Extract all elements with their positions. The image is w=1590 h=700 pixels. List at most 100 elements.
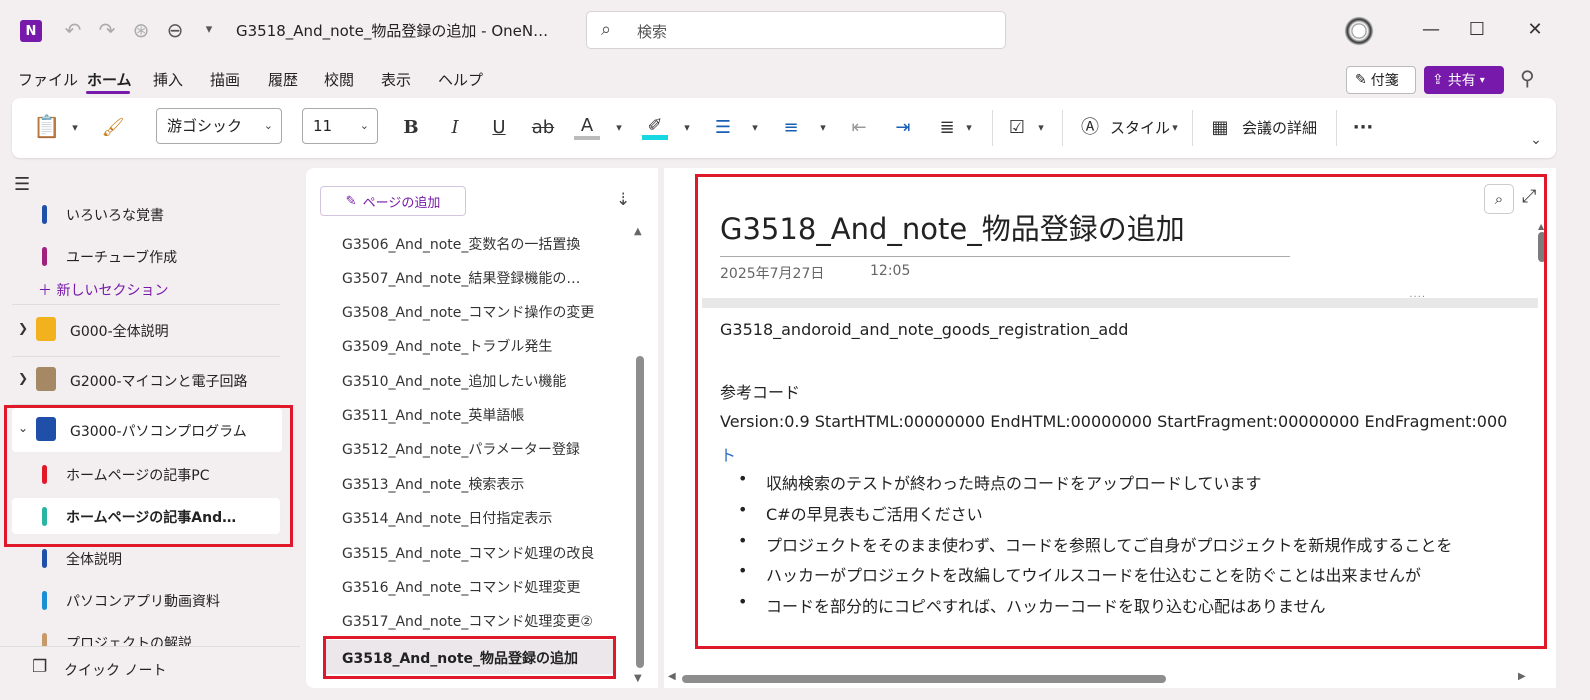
horizontal-scrollbar[interactable]: ◀ ▶: [664, 668, 1556, 688]
menu-review[interactable]: 校閲: [324, 69, 354, 90]
note-text-line[interactable]: Version:0.9 StartHTML:00000000 EndHTML:0…: [720, 412, 1507, 431]
strikethrough-button[interactable]: ab: [528, 112, 558, 144]
note-text-line[interactable]: G3518_andoroid_and_note_goods_registrati…: [720, 320, 1128, 339]
content-scrollbar[interactable]: [1538, 232, 1546, 262]
meeting-details-button[interactable]: 会議の詳細: [1242, 112, 1317, 144]
quick-access-dropdown-icon[interactable]: ▾: [196, 16, 222, 44]
page-item[interactable]: G3515_And_note_コマンド処理の改良: [342, 543, 594, 563]
menu-view[interactable]: 表示: [381, 69, 411, 90]
page-item[interactable]: G3516_And_note_コマンド処理変更: [342, 577, 580, 597]
notebook-item[interactable]: ❯ G000-全体説明: [12, 308, 282, 352]
numbered-list-icon[interactable]: ≡: [776, 112, 806, 144]
new-section-button[interactable]: ＋ 新しいセクション: [38, 280, 168, 300]
page-item[interactable]: G3513_And_note_検索表示: [342, 474, 524, 494]
scroll-up-icon[interactable]: ▲: [1538, 222, 1544, 231]
italic-button[interactable]: I: [442, 112, 468, 144]
style-dropdown-icon[interactable]: ▾: [1168, 112, 1182, 144]
notebook-item[interactable]: ❯ G2000-マイコンと電子回路: [12, 358, 282, 402]
section-label: ホームページの記事And…: [66, 510, 237, 526]
highlight-icon[interactable]: ✐: [642, 112, 668, 140]
paste-dropdown-icon[interactable]: ▾: [68, 112, 82, 144]
page-title[interactable]: G3518_And_note_物品登録の追加: [720, 206, 1185, 248]
scroll-down-icon[interactable]: ▼: [634, 673, 642, 684]
page-item[interactable]: G3507_And_note_結果登録機能の…: [342, 268, 580, 288]
user-avatar[interactable]: [1344, 16, 1374, 46]
font-name-select[interactable]: 游ゴシック ⌄: [156, 108, 282, 144]
search-box[interactable]: ⌕ 検索: [586, 11, 1006, 49]
tag-dropdown-icon[interactable]: ▾: [1034, 112, 1048, 144]
page-item[interactable]: G3517_And_note_コマンド処理変更②: [342, 611, 593, 631]
add-page-button[interactable]: ✎ ページの追加: [320, 186, 466, 216]
sort-icon[interactable]: ⇣: [616, 190, 630, 210]
scroll-up-icon[interactable]: ▲: [634, 226, 642, 237]
back-icon[interactable]: ⊖: [162, 16, 188, 44]
page-item[interactable]: G3511_And_note_英単語帳: [342, 405, 524, 425]
format-painter-icon[interactable]: 🖌: [98, 112, 128, 144]
align-icon[interactable]: ≣: [932, 112, 962, 144]
font-color-button[interactable]: A: [574, 112, 600, 140]
section-item[interactable]: パソコンアプリ動画資料: [0, 582, 290, 618]
bullet-list-icon[interactable]: ☰: [708, 112, 738, 144]
horizontal-scroll-thumb[interactable]: [682, 675, 1166, 683]
page-item[interactable]: G3508_And_note_コマンド操作の変更: [342, 302, 594, 322]
style-button[interactable]: スタイル: [1110, 112, 1170, 144]
menu-file[interactable]: ファイル: [18, 69, 78, 90]
decrease-indent-icon[interactable]: ⇤: [844, 112, 874, 144]
hamburger-menu-icon[interactable]: ☰: [14, 174, 30, 195]
note-link[interactable]: ト: [720, 442, 736, 466]
page-content[interactable]: ⌕ ⤢ ▲ G3518_And_note_物品登録の追加 2025年7月27日 …: [664, 168, 1556, 688]
tag-checkbox-icon[interactable]: ☑: [1002, 112, 1032, 144]
close-button[interactable]: ✕: [1520, 16, 1550, 44]
menu-history[interactable]: 履歴: [268, 69, 298, 90]
scroll-left-icon[interactable]: ◀: [668, 671, 676, 682]
menu-insert[interactable]: 挿入: [153, 69, 183, 90]
page-item[interactable]: G3506_And_note_変数名の一括置換: [342, 234, 580, 254]
feedback-icon[interactable]: ⚲: [1520, 66, 1535, 90]
section-item[interactable]: いろいろな覚書: [0, 196, 290, 232]
expand-icon[interactable]: ⤢: [1522, 186, 1536, 207]
search-placeholder: 検索: [637, 23, 668, 41]
menu-draw[interactable]: 描画: [210, 69, 240, 90]
font-size-select[interactable]: 11 ⌄: [302, 108, 378, 144]
ribbon-collapse-icon[interactable]: ⌄: [1528, 124, 1544, 156]
bullet-list-dropdown-icon[interactable]: ▾: [748, 112, 762, 144]
maximize-button[interactable]: ☐: [1462, 16, 1492, 44]
paste-icon[interactable]: 📋: [32, 112, 62, 144]
page-item[interactable]: G3512_And_note_パラメーター登録: [342, 439, 580, 459]
page-list-scrollbar[interactable]: [636, 356, 644, 668]
section-item[interactable]: プロジェクトの解説: [0, 624, 290, 646]
page-item[interactable]: G3510_And_note_追加したい機能: [342, 371, 566, 391]
note-text-line[interactable]: 参考コード: [720, 379, 800, 403]
forward-icon[interactable]: ⊛: [128, 16, 154, 44]
notebook-item-open[interactable]: ⌄ G3000-パソコンプログラム: [12, 408, 282, 452]
bold-button[interactable]: B: [398, 112, 424, 144]
menu-help[interactable]: ヘルプ: [438, 69, 483, 90]
section-item[interactable]: ホームページの記事PC: [0, 456, 290, 492]
minimize-button[interactable]: —: [1416, 16, 1446, 44]
note-container-handle[interactable]: ····: [702, 292, 1538, 308]
numbered-list-dropdown-icon[interactable]: ▾: [816, 112, 830, 144]
section-color-tab: [42, 205, 47, 224]
zoom-search-icon[interactable]: ⌕: [1484, 184, 1514, 214]
sticky-note-button[interactable]: ✎ 付箋: [1346, 66, 1416, 94]
increase-indent-icon[interactable]: ⇥: [888, 112, 918, 144]
quick-note-button[interactable]: ❐ クイック ノート: [0, 646, 300, 690]
more-options-icon[interactable]: ···: [1348, 112, 1378, 144]
menu-home[interactable]: ホーム: [87, 69, 132, 90]
style-icon[interactable]: Ⓐ: [1076, 112, 1104, 144]
undo-icon[interactable]: ↶: [60, 16, 86, 44]
underline-button[interactable]: U: [486, 112, 512, 144]
section-item[interactable]: ユーチューブ作成: [0, 238, 290, 274]
section-item-selected[interactable]: ホームページの記事And…: [12, 498, 280, 534]
page-item-current[interactable]: G3518_And_note_物品登録の追加: [326, 640, 614, 674]
page-item[interactable]: G3509_And_note_トラブル発生: [342, 336, 552, 356]
scroll-right-icon[interactable]: ▶: [1518, 671, 1526, 682]
align-dropdown-icon[interactable]: ▾: [962, 112, 976, 144]
page-item[interactable]: G3514_And_note_日付指定表示: [342, 508, 552, 528]
calendar-icon[interactable]: ▦: [1206, 112, 1234, 144]
share-button[interactable]: ⇪ 共有 ▾: [1424, 66, 1504, 94]
highlight-dropdown-icon[interactable]: ▾: [680, 112, 694, 144]
redo-icon[interactable]: ↷: [94, 16, 120, 44]
section-item[interactable]: 全体説明: [0, 540, 290, 576]
font-color-dropdown-icon[interactable]: ▾: [612, 112, 626, 144]
